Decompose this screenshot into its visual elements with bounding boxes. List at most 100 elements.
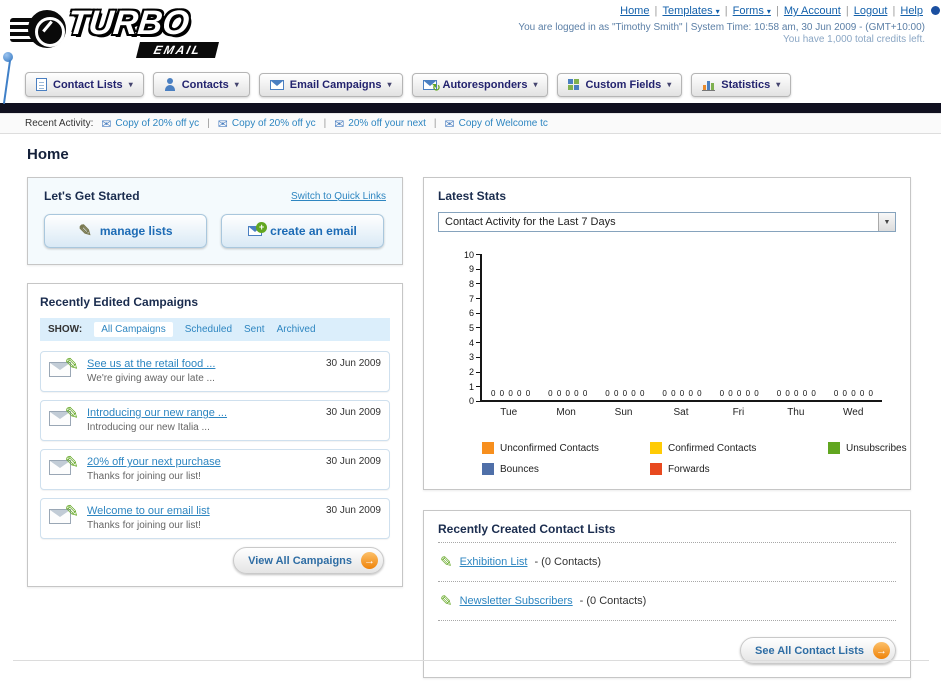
dropdown-arrow-icon: ▾	[715, 7, 720, 16]
chart-plot-area: 0 0 0 0 0 0 0 0 0 0 0 0 0 0 0 0 0 0 0 0 0 0 …	[480, 254, 882, 402]
legend-label: Unconfirmed Contacts	[500, 442, 599, 454]
tab-autoresponders[interactable]: ↻ Autoresponders ▾	[411, 72, 549, 97]
contact-lists-icon	[36, 78, 47, 91]
chart-bar-group: 0 0 0 0 0	[605, 389, 645, 398]
tab-label: Contact Lists	[53, 78, 123, 91]
contacts-icon	[164, 78, 176, 91]
login-status-text: You are logged in as "Timothy Smith" | S…	[518, 22, 925, 33]
turbo-email-app: TURBO EMAIL Home | Templates ▾ | Forms ▾…	[0, 0, 941, 683]
campaign-list-item[interactable]: ✎ See us at the retail food ... We're gi…	[40, 351, 390, 392]
campaign-title-link[interactable]: Welcome to our email list	[87, 505, 318, 517]
top-nav-help[interactable]: Help	[900, 5, 923, 17]
legend-item: Unconfirmed Contacts	[482, 442, 650, 454]
chart-x-label: Sun	[614, 407, 633, 418]
chart-y-axis: 10 9 8 7 6 5 4 3 2 1 0	[452, 250, 480, 406]
chevron-down-icon: ▾	[533, 80, 538, 89]
legend-label: Unsubscribes	[846, 442, 907, 454]
filter-archived[interactable]: Archived	[277, 324, 316, 335]
page-title: Home	[27, 146, 69, 163]
create-email-button[interactable]: + create an email	[221, 214, 384, 248]
logo-primary-text: TURBO	[66, 4, 191, 42]
tab-custom-fields[interactable]: Custom Fields ▾	[557, 72, 683, 97]
chart-x-label: Sat	[673, 407, 689, 418]
select-arrow-icon: ▼	[878, 213, 895, 231]
contact-list-link[interactable]: Exhibition List	[460, 556, 528, 568]
legend-label: Bounces	[500, 463, 539, 475]
campaign-title-link[interactable]: See us at the retail food ...	[87, 358, 318, 370]
top-nav-templates[interactable]: Templates ▾	[662, 5, 719, 17]
campaign-list-item[interactable]: ✎ 20% off your next purchase Thanks for …	[40, 449, 390, 490]
campaign-list-item[interactable]: ✎ Introducing our new range ... Introduc…	[40, 400, 390, 441]
chart-x-label: Wed	[843, 407, 864, 418]
app-header: TURBO EMAIL Home | Templates ▾ | Forms ▾…	[0, 0, 941, 64]
tab-email-campaigns[interactable]: Email Campaigns ▾	[258, 72, 403, 97]
arrow-right-icon: →	[873, 642, 890, 659]
nav-separator: |	[654, 5, 658, 17]
pencil-icon: ✎	[78, 223, 92, 240]
campaign-subtitle: We're giving away our late ...	[87, 373, 215, 384]
activity-separator: |	[433, 118, 437, 129]
pencil-icon: ✎	[440, 554, 453, 571]
recent-activity-item[interactable]: ✉ Copy of Welcome tc	[445, 117, 548, 131]
recent-activity-bar: Recent Activity: ✉ Copy of 20% off yc | …	[0, 113, 941, 134]
envelope-plus-icon: +	[248, 222, 268, 236]
view-all-campaigns-button[interactable]: View All Campaigns →	[233, 547, 384, 574]
legend-label: Confirmed Contacts	[668, 442, 757, 454]
nav-separator: |	[775, 5, 779, 17]
legend-swatch	[482, 463, 494, 475]
contact-list-item[interactable]: ✎ Exhibition List - (0 Contacts)	[438, 542, 896, 581]
chart-legend: Unconfirmed Contacts Confirmed Contacts Un…	[482, 442, 907, 475]
stats-panel-title: Latest Stats	[438, 189, 507, 203]
tab-contacts[interactable]: Contacts ▾	[152, 72, 250, 97]
legend-label: Forwards	[668, 463, 710, 475]
tab-statistics[interactable]: Statistics ▾	[691, 72, 792, 97]
tab-label: Statistics	[721, 78, 771, 91]
filter-all-campaigns[interactable]: All Campaigns	[94, 322, 173, 337]
envelope-icon: ✉	[444, 116, 455, 131]
chart-bar-group: 0 0 0 0 0	[491, 389, 531, 398]
chevron-down-icon: ▾	[667, 80, 672, 89]
campaign-subtitle: Thanks for joining our list!	[87, 520, 201, 531]
recent-activity-item[interactable]: ✉ Copy of 20% off yc	[101, 117, 199, 131]
tab-label: Contacts	[181, 78, 229, 91]
campaign-title-link[interactable]: Introducing our new range ...	[87, 407, 318, 419]
legend-item: Bounces	[482, 463, 650, 475]
chart-bar-group: 0 0 0 0 0	[548, 389, 588, 398]
legend-item: Forwards	[650, 463, 828, 475]
top-nav-my-account[interactable]: My Account	[784, 5, 841, 17]
stats-period-select[interactable]: Contact Activity for the Last 7 Days ▼	[438, 212, 896, 232]
autoresponders-icon: ↻	[422, 79, 441, 94]
manage-lists-button[interactable]: ✎ manage lists	[44, 214, 207, 248]
chart-groups: 0 0 0 0 0 0 0 0 0 0 0 0 0 0 0 0 0 0 0 0 0 0 …	[482, 389, 882, 400]
chart-x-label: Thu	[787, 407, 805, 418]
tab-contact-lists[interactable]: Contact Lists ▾	[25, 72, 144, 97]
show-label: SHOW:	[48, 324, 83, 335]
switch-quick-links-link[interactable]: Switch to Quick Links	[291, 191, 386, 202]
campaign-title-link[interactable]: 20% off your next purchase	[87, 456, 318, 468]
recent-activity-item[interactable]: ✉ Copy of 20% off yc	[218, 117, 316, 131]
campaigns-filter-bar: SHOW: All Campaigns Scheduled Sent Archi…	[40, 318, 390, 341]
filter-scheduled[interactable]: Scheduled	[185, 324, 232, 335]
campaign-list-item[interactable]: ✎ Welcome to our email list Thanks for j…	[40, 498, 390, 539]
turbo-email-logo[interactable]: TURBO EMAIL	[10, 4, 280, 60]
tab-label: Autoresponders	[442, 78, 528, 91]
activity-separator: |	[323, 118, 327, 129]
recently-edited-campaigns-panel: Recently Edited Campaigns SHOW: All Camp…	[27, 283, 403, 587]
chevron-down-icon: ▾	[776, 80, 781, 89]
contact-list-count: - (0 Contacts)	[579, 595, 647, 607]
top-nav-logout[interactable]: Logout	[854, 5, 888, 17]
contact-list-item[interactable]: ✎ Newsletter Subscribers - (0 Contacts)	[438, 581, 896, 621]
campaigns-panel-title: Recently Edited Campaigns	[40, 295, 199, 309]
filter-sent[interactable]: Sent	[244, 324, 265, 335]
statistics-icon	[702, 78, 716, 91]
top-nav-forms[interactable]: Forms ▾	[733, 5, 771, 17]
legend-swatch	[650, 442, 662, 454]
envelope-icon: ✉	[101, 116, 112, 131]
campaign-date: 30 Jun 2009	[325, 505, 381, 516]
top-nav-home[interactable]: Home	[620, 5, 649, 17]
contact-list-link[interactable]: Newsletter Subscribers	[460, 595, 573, 607]
chevron-down-icon: ▾	[234, 80, 239, 89]
campaign-subtitle: Introducing our new Italia ...	[87, 422, 210, 433]
recent-activity-item[interactable]: ✉ 20% off your next	[334, 117, 426, 131]
content-bottom-divider	[13, 660, 929, 661]
